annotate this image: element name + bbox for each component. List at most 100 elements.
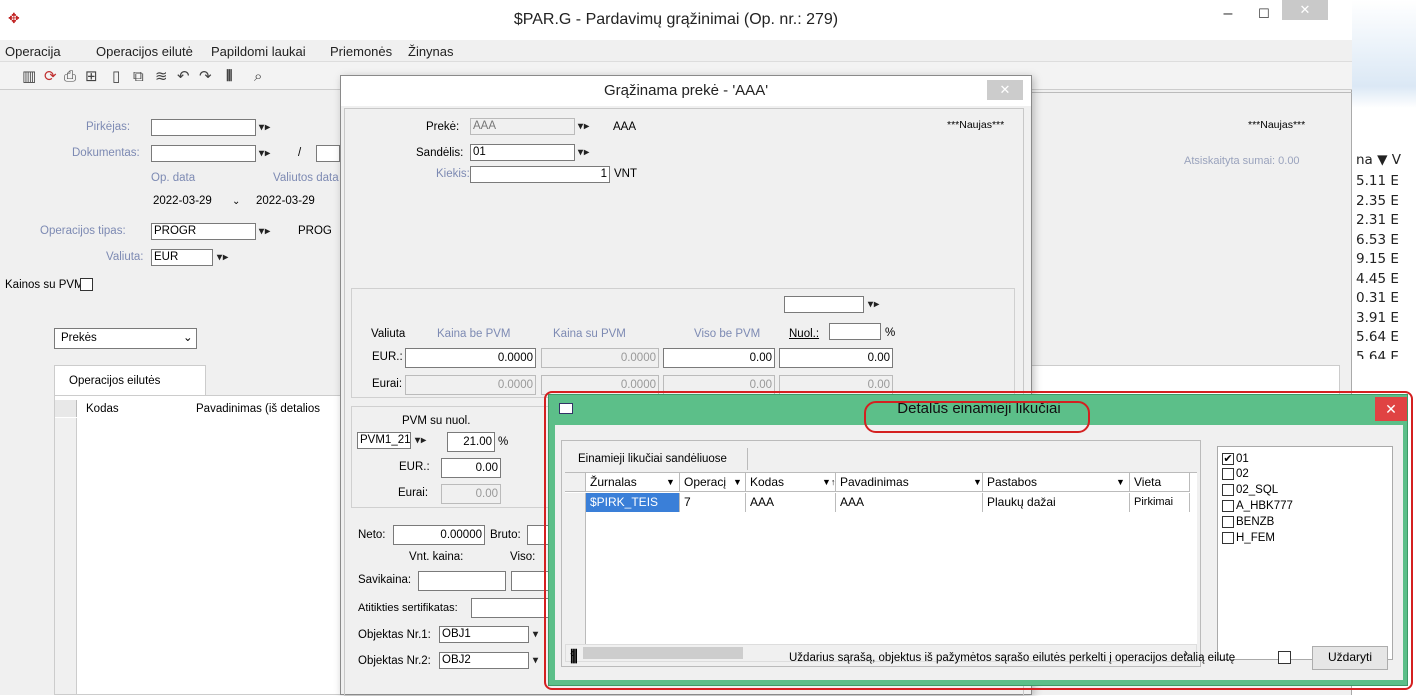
prekes-select-value: Prekės [61, 332, 97, 344]
sertifikatas-input[interactable] [471, 598, 551, 618]
menu-operacijos-eilute[interactable]: Operacijos eilutė [96, 44, 193, 59]
naujas-label-main: ***Naujas*** [1248, 119, 1306, 131]
atsiskaityta-label: Atsiskaityta sumai: 0.00 [1184, 155, 1300, 167]
bg-col-header: na ▼ V [1356, 152, 1402, 168]
preke-dropdown-icon[interactable]: ▾▸ [578, 119, 608, 135]
prekes-select[interactable]: Prekės ⌄ [54, 328, 197, 349]
copy-icon[interactable]: ⧉ [133, 67, 144, 85]
bg-value: 2.35 E [1356, 193, 1399, 209]
pct-label: % [885, 327, 896, 339]
nuol-label: Nuol.: [789, 328, 820, 340]
bg-header [1352, 0, 1416, 108]
chevron-down-icon: ⌄ [183, 332, 193, 344]
op-data-label: Op. data [151, 172, 196, 184]
pirkejas-input[interactable] [151, 119, 256, 136]
grid-header-blank [55, 400, 77, 417]
kainos-pvm-checkbox[interactable] [80, 278, 93, 291]
delete-icon[interactable]: ≋ [155, 67, 168, 85]
pvm-eur[interactable]: 0.00 [441, 458, 501, 478]
op-tipas-dropdown-icon[interactable]: ▾▸ [259, 224, 289, 240]
bg-value: 5.64 E [1356, 329, 1399, 345]
bg-value: 6.53 E [1356, 232, 1399, 248]
bg-value: 2.31 E [1356, 212, 1399, 228]
dokumentas-nr-input[interactable] [316, 145, 340, 162]
eur-viso[interactable]: 0.00 [663, 348, 775, 368]
close-button[interactable]: ✕ [1282, 0, 1328, 20]
val-data-label: Valiutos data [273, 172, 339, 184]
preke-desc: AAA [613, 121, 637, 133]
kiekis-input[interactable]: 1 [470, 166, 610, 183]
columns-icon[interactable]: ⦀ [226, 67, 233, 85]
book-icon[interactable]: ▥ [22, 67, 36, 85]
main-grid-border [1032, 92, 1352, 93]
sertifikatas-label: Atitikties sertifikatas: [358, 602, 458, 614]
lines-grid[interactable] [54, 395, 344, 695]
naujas-label: ***Naujas*** [947, 119, 1005, 131]
nuol-input[interactable] [829, 323, 881, 340]
obj1-input[interactable]: OBJ1 [439, 626, 529, 643]
pvm-eurai-label: Eurai: [398, 487, 429, 499]
valiuta-dropdown-icon[interactable]: ▾▸ [217, 250, 247, 266]
pirkejas-label: Pirkėjas: [86, 121, 131, 133]
op-tipas-label: Operacijos tipas: [40, 225, 126, 237]
op-tipas-input[interactable]: PROGR [151, 223, 256, 240]
eur-kaina-su: 0.0000 [541, 348, 659, 368]
valiuta-col: Valiuta [371, 328, 406, 340]
col-kodas[interactable]: Kodas [86, 403, 119, 415]
savikaina-vnt-input[interactable] [418, 571, 506, 591]
pvm-eurai: 0.00 [441, 484, 501, 504]
discount-dropdown-icon[interactable]: ▾▸ [868, 297, 898, 313]
redo-icon[interactable]: ↷ [199, 67, 212, 85]
eur-nuol[interactable]: 0.00 [779, 348, 893, 368]
dialog-title: Grąžinama prekė - 'AAA' [341, 76, 1031, 106]
grid-row-gutter [55, 418, 77, 694]
tab-label: Operacijos eilutės [69, 375, 161, 387]
neto-input[interactable]: 0.00000 [393, 525, 485, 545]
pvm-label: PVM su nuol. [402, 415, 471, 427]
menu-papildomi-laukai[interactable]: Papildomi laukai [211, 44, 306, 59]
kiekis-label: Kiekis: [436, 168, 470, 180]
maximize-button[interactable]: ☐ [1246, 0, 1282, 28]
minimize-button[interactable]: – [1210, 0, 1246, 28]
sandelis-input[interactable]: 01 [470, 144, 575, 161]
kiekis-unit: VNT [614, 168, 637, 180]
obj2-input[interactable]: OBJ2 [439, 652, 529, 669]
refresh-icon[interactable]: ⟳ [44, 67, 57, 85]
new-doc-icon[interactable]: ▯ [112, 67, 120, 85]
pvm-dropdown-icon[interactable]: ▾▸ [415, 433, 445, 449]
pvm-input[interactable]: PVM1_21 [357, 432, 411, 449]
tree-icon[interactable]: ⊞ [85, 67, 98, 85]
menu-zinynas[interactable]: Žinynas [408, 44, 454, 59]
menu-operacija[interactable]: Operacija [5, 44, 61, 59]
bg-value: 3.91 E [1356, 310, 1399, 326]
sandelis-dropdown-icon[interactable]: ▾▸ [578, 145, 608, 161]
dokumentas-dropdown-icon[interactable]: ▾▸ [259, 146, 289, 162]
savikaina-label: Savikaina: [358, 574, 412, 586]
print-icon[interactable]: ⎙ [64, 67, 76, 85]
pirkejas-dropdown-icon[interactable]: ▾▸ [259, 120, 289, 136]
dokumentas-input[interactable] [151, 145, 256, 162]
col-pavadinimas[interactable]: Pavadinimas (iš detalios [196, 403, 341, 415]
find-icon[interactable]: ⌕ [254, 67, 262, 85]
pvm-rate[interactable]: 21.00 [447, 432, 495, 452]
viso-be-col: Viso be PVM [694, 328, 761, 340]
eur-row-label: EUR.: [372, 351, 403, 363]
op-data-dropdown-icon[interactable]: ⌄ [232, 196, 240, 207]
dokumentas-label: Dokumentas: [72, 147, 140, 159]
undo-icon[interactable]: ↶ [177, 67, 190, 85]
operacijos-eilutes-tab[interactable]: Operacijos eilutės [54, 365, 206, 395]
menu-priemones[interactable]: Priemonės [330, 44, 392, 59]
neto-label: Neto: [358, 529, 386, 541]
eur-kaina-be[interactable]: 0.0000 [405, 348, 536, 368]
val-data-input[interactable]: 2022-03-29 [254, 194, 340, 211]
preke-input[interactable]: AAA [470, 118, 575, 135]
obj2-label: Objektas Nr.2: [358, 655, 431, 667]
highlight-title [864, 401, 1090, 433]
kaina-su-col: Kaina su PVM [553, 328, 626, 340]
eurai-kaina-be: 0.0000 [405, 375, 536, 395]
vnt-kaina-label: Vnt. kaina: [409, 551, 464, 563]
discount-type-select[interactable] [784, 296, 864, 313]
valiuta-input[interactable]: EUR [151, 249, 213, 266]
valiuta-label: Valiuta: [106, 251, 144, 263]
dialog-close-button[interactable]: ✕ [987, 80, 1023, 100]
